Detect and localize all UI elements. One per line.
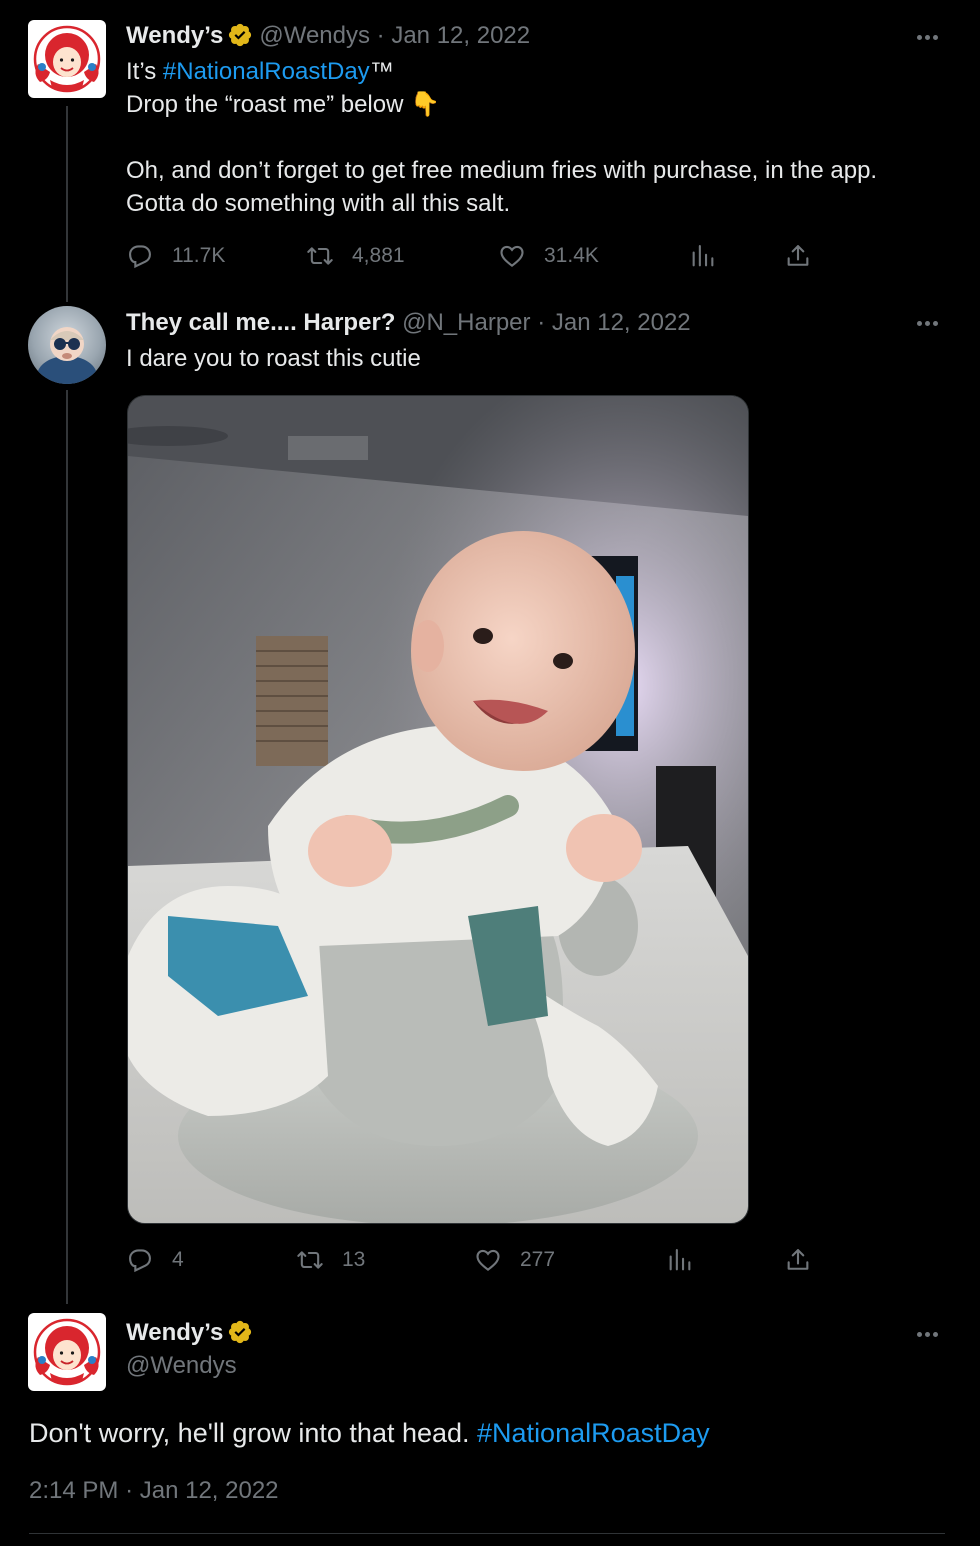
tweet-header: They call me.... Harper? @N_Harper · Jan… — [126, 309, 691, 337]
separator-dot: · — [125, 1477, 134, 1504]
child-portrait-icon — [37, 327, 97, 384]
views-button[interactable] — [666, 1244, 712, 1276]
reply-button[interactable]: 4 — [126, 1244, 184, 1276]
baby-photo — [128, 396, 748, 1223]
hashtag-link[interactable]: #NationalRoastDay — [163, 58, 370, 85]
wendys-logo-icon — [28, 1313, 106, 1391]
wendys-logo-icon — [28, 20, 106, 98]
author-handle-row: @Wendys — [126, 1352, 237, 1380]
retweet-button[interactable]: 13 — [296, 1244, 365, 1276]
tweet-text: It’s #NationalRoastDay™ Drop the “roast … — [126, 55, 877, 220]
action-bar: 11.7K 4,881 31.4K — [126, 240, 826, 272]
harper-avatar[interactable] — [28, 306, 106, 384]
views-icon — [689, 242, 717, 270]
tweet-header: Wendy’s @Wendys · Jan 12, 2022 — [126, 22, 530, 50]
retweet-button[interactable]: 4,881 — [306, 240, 405, 272]
hashtag-link[interactable]: #NationalRoastDay — [477, 1418, 710, 1448]
author-handle[interactable]: @Wendys — [126, 1352, 237, 1379]
text-line: Oh, and don’t forget to get free medium … — [126, 157, 878, 184]
retweet-icon — [306, 242, 334, 270]
views-icon — [666, 1246, 694, 1274]
tweet-date[interactable]: Jan 12, 2022 — [391, 22, 530, 49]
tweet-time[interactable]: 2:14 PM — [29, 1477, 118, 1504]
share-button[interactable] — [784, 1244, 830, 1276]
text-line: Drop the “roast me” below — [126, 91, 411, 118]
separator-dot: · — [537, 309, 546, 336]
timestamp-row: 2:14 PM · Jan 12, 2022 — [29, 1477, 279, 1505]
divider — [29, 1533, 945, 1534]
verified-badge-icon[interactable] — [227, 1319, 253, 1345]
like-button[interactable]: 277 — [474, 1244, 555, 1276]
text-prefix: Don't worry, he'll grow into that head. — [29, 1418, 478, 1448]
reply-count: 11.7K — [172, 244, 226, 267]
more-options-icon[interactable] — [917, 32, 947, 42]
more-options-icon[interactable] — [917, 318, 947, 328]
text-line: Gotta do something with all this salt. — [126, 190, 511, 217]
tweet-header: Wendy’s — [126, 1319, 259, 1347]
reply-button[interactable]: 11.7K — [126, 240, 225, 272]
like-count: 277 — [520, 1248, 556, 1271]
share-icon — [784, 242, 812, 270]
author-name[interactable]: Wendy’s — [126, 22, 223, 49]
tweet-date[interactable]: Jan 12, 2022 — [140, 1477, 279, 1504]
retweet-icon — [296, 1246, 324, 1274]
views-button[interactable] — [689, 240, 735, 272]
wendys-avatar[interactable] — [28, 20, 106, 98]
share-button[interactable] — [784, 240, 830, 272]
trademark-symbol: ™ — [369, 58, 394, 85]
reply-icon — [126, 242, 154, 270]
like-icon — [474, 1246, 502, 1274]
tweet-media-photo[interactable] — [127, 395, 749, 1224]
author-handle[interactable]: @N_Harper — [402, 309, 530, 336]
more-options-icon[interactable] — [917, 1329, 947, 1339]
pointing-down-emoji-icon: 👇 — [410, 91, 440, 118]
tweet-text: I dare you to roast this cutie — [126, 345, 421, 372]
separator-dot: · — [376, 22, 385, 49]
reply-count: 4 — [172, 1248, 184, 1271]
text-prefix: It’s — [126, 58, 163, 85]
thread-line — [66, 106, 68, 302]
like-count: 31.4K — [544, 244, 599, 267]
author-name[interactable]: Wendy’s — [126, 1319, 223, 1346]
verified-badge-icon[interactable] — [227, 22, 253, 48]
author-name[interactable]: They call me.... Harper? — [126, 309, 395, 336]
share-icon — [784, 1246, 812, 1274]
like-icon — [498, 242, 526, 270]
tweet-text: Don't worry, he'll grow into that head. … — [29, 1415, 710, 1451]
thread-line — [66, 390, 68, 1304]
retweet-count: 4,881 — [352, 244, 405, 267]
retweet-count: 13 — [342, 1248, 366, 1271]
author-handle[interactable]: @Wendys — [259, 22, 370, 49]
like-button[interactable]: 31.4K — [498, 240, 599, 272]
tweet-date[interactable]: Jan 12, 2022 — [552, 309, 691, 336]
reply-icon — [126, 1246, 154, 1274]
wendys-avatar[interactable] — [28, 1313, 106, 1391]
action-bar: 4 13 277 — [126, 1244, 826, 1276]
